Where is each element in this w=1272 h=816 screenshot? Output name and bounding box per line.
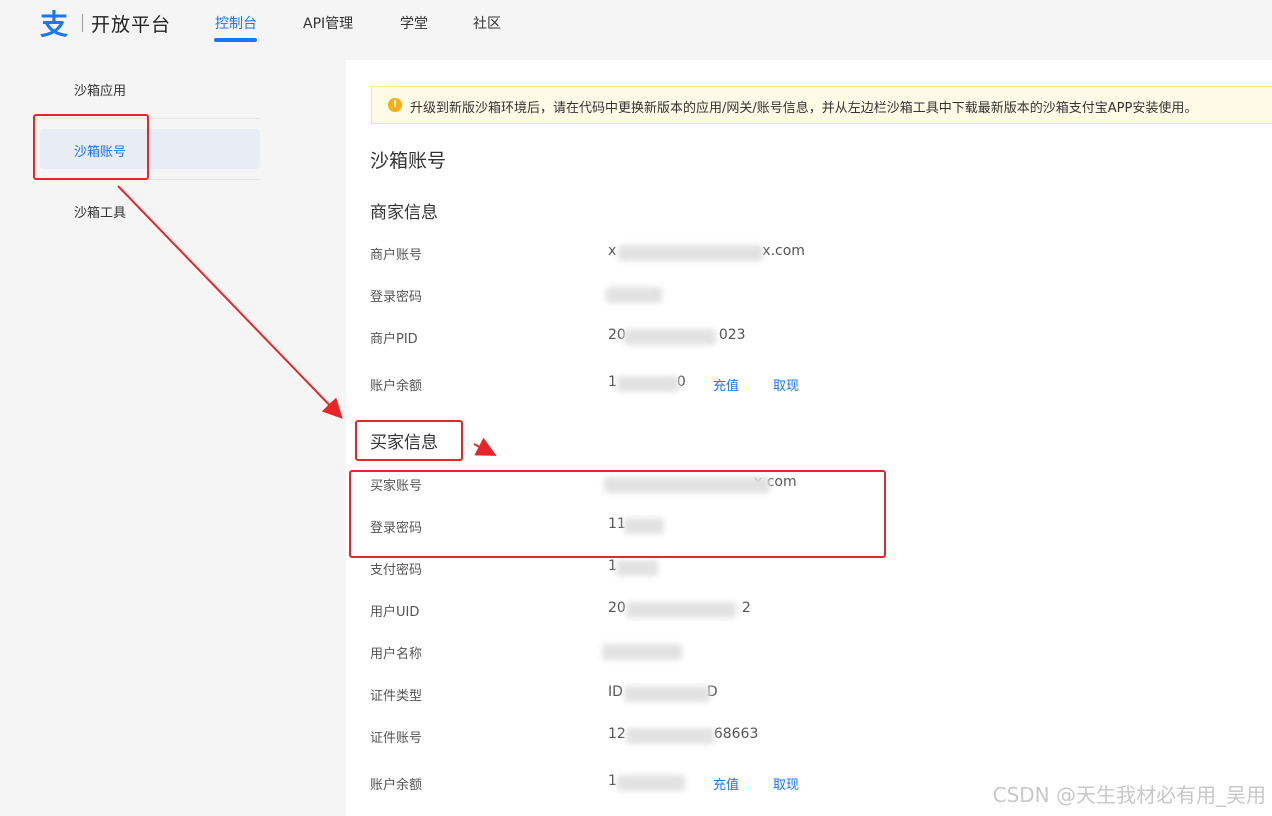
arrow-sidebar-to-buyer — [117, 185, 343, 419]
arrow-buyer-title — [473, 437, 497, 456]
watermark: CSDN @天生我材必有用_吴用 — [992, 783, 1266, 807]
annotation-arrows — [117, 185, 497, 456]
